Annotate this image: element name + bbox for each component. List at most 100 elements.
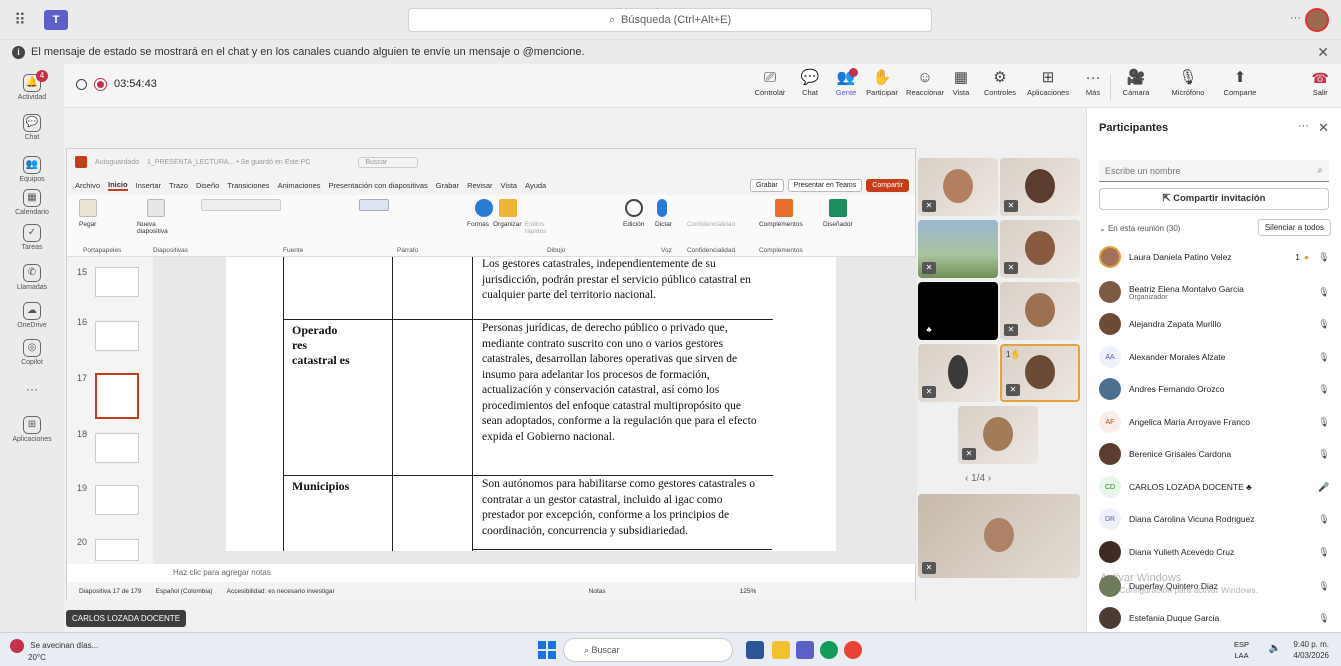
participant-row[interactable]: AF Angelica Maria Arroyave Franco 🎙 xyxy=(1099,410,1331,434)
weather-title: Se avecinan días... xyxy=(30,641,99,651)
participant-row[interactable]: Laura Daniela Patino Velez 1 ● 🎙 xyxy=(1099,245,1331,269)
weather-widget[interactable]: Se avecinan días... 20°C xyxy=(10,639,98,663)
share-invite-button[interactable]: ⇱ Compartir invitación xyxy=(1099,188,1329,210)
share-button[interactable]: ⬆ Comparte xyxy=(1220,68,1260,97)
slide-thumbnail xyxy=(95,539,139,561)
more-button[interactable]: ··· Más xyxy=(1080,68,1106,97)
video-tile[interactable]: ✕ xyxy=(958,406,1038,464)
rail-item-actividad[interactable]: 🔔 4 Actividad xyxy=(0,70,64,101)
ribbon-label: Complementos xyxy=(759,221,803,228)
chevron-left-icon[interactable]: ‹ xyxy=(965,473,968,484)
powerpoint-logo-icon xyxy=(75,156,87,168)
hand-icon: ✋ xyxy=(872,69,892,86)
view-icon: ▦ xyxy=(953,69,969,86)
view-button[interactable]: ▦ Vista xyxy=(946,68,976,97)
meeting-timer: 03:54:43 xyxy=(76,78,157,90)
global-search-input[interactable]: ⌕ Búsqueda (Ctrl+Alt+E) xyxy=(408,8,932,32)
more-options-icon[interactable]: ··· xyxy=(1290,12,1301,24)
ppt-present-teams-button: Presentar en Teams xyxy=(787,179,863,192)
mic-off-icon: 🎙 xyxy=(1318,383,1330,394)
teams-taskbar-icon[interactable] xyxy=(796,641,814,659)
participant-search-input[interactable]: Escribe un nombre ⌕ xyxy=(1099,160,1329,182)
language-indicator[interactable]: ESP LAA xyxy=(1234,639,1249,661)
video-tile[interactable]: ✕ xyxy=(918,158,998,216)
controls-icon: ⚙ xyxy=(993,69,1007,86)
participant-face xyxy=(943,169,973,203)
rail-item-equipos[interactable]: 👥 Equipos xyxy=(0,156,64,183)
recording-icon xyxy=(95,78,106,90)
close-notice-button[interactable]: ✕ xyxy=(1317,44,1329,61)
participant-row[interactable]: Estefania Duque Garcia 🎙 xyxy=(1099,606,1331,630)
video-tile[interactable]: ✕ xyxy=(918,220,998,278)
font-box xyxy=(201,199,281,211)
camera-off-icon: 🎥 xyxy=(1126,69,1146,86)
slide-thumbnail xyxy=(95,485,139,515)
rail-item-calendario[interactable]: ▦ Calendario xyxy=(0,189,64,216)
rail-item-copilot[interactable]: ◎ Copilot xyxy=(0,339,64,366)
video-tile[interactable]: ✕ xyxy=(1000,282,1080,340)
rail-item-onedrive[interactable]: ☁ OneDrive xyxy=(0,302,64,329)
participants-panel: Participantes ··· ✕ Escribe un nombre ⌕ … xyxy=(1086,108,1341,632)
participant-face xyxy=(1025,355,1055,389)
meeting-section-header[interactable]: ⌄ En esta reunión (30) xyxy=(1099,224,1180,233)
app-launcher-icon[interactable]: ⠿ xyxy=(0,10,40,30)
participant-name: Diana Carolina Vicuna Rodriguez xyxy=(1129,514,1255,524)
participant-row[interactable]: CD CARLOS LOZADA DOCENTE ♣ 🎤 xyxy=(1099,475,1331,499)
rail-item-tareas[interactable]: ✓ Tareas xyxy=(0,224,64,251)
chrome-browser-icon[interactable] xyxy=(844,641,862,659)
camera-button[interactable]: 🎥 Cámara xyxy=(1118,68,1154,97)
chat-button[interactable]: 💬 Chat xyxy=(794,68,826,97)
participant-row[interactable]: DR Diana Carolina Vicuna Rodriguez 🎙 xyxy=(1099,507,1331,531)
participant-face xyxy=(1025,293,1055,327)
video-tile-hand-raised[interactable]: 1✋ ✕ xyxy=(1000,344,1080,402)
video-tile[interactable]: ✕ xyxy=(1000,220,1080,278)
menu-archivo: Archivo xyxy=(75,180,101,190)
leave-button[interactable]: ☎ Salir xyxy=(1312,68,1329,97)
ppt-ribbon: Pegar Nueva diapositiva Formas Organizar… xyxy=(67,195,915,257)
participant-row[interactable]: Beatriz Elena Montalvo Garcia Organizado… xyxy=(1099,280,1331,304)
term-operadores: Operado res catastral es xyxy=(292,323,350,367)
notes-toggle: Notas xyxy=(588,588,606,595)
network-volume-icon[interactable]: 🔈 xyxy=(1269,643,1281,654)
app-icon-terminal[interactable] xyxy=(746,641,764,659)
microphone-button[interactable]: 🎙 Micrófono xyxy=(1166,68,1210,97)
rail-item-llamadas[interactable]: ✆ Llamadas xyxy=(0,264,64,291)
participant-name: Estefania Duque Garcia xyxy=(1129,613,1220,623)
self-view-tile[interactable]: ✕ xyxy=(918,494,1080,578)
react-button[interactable]: ☺ Reaccionar xyxy=(902,68,948,97)
rail-item-more[interactable]: ··· xyxy=(0,382,64,396)
file-explorer-icon[interactable] xyxy=(772,641,790,659)
ribbon-label: Estilos rápidos xyxy=(525,221,547,235)
raise-hand-button[interactable]: ✋ Participar xyxy=(864,68,900,97)
gallery-pager[interactable]: ‹ 1/4 › xyxy=(965,473,991,484)
apps-button[interactable]: ⊞ Aplicaciones xyxy=(1022,68,1074,97)
participant-row[interactable]: Diana Yulieth Acevedo Cruz 🎙 xyxy=(1099,540,1331,564)
control-button[interactable]: ⎚ Controlar xyxy=(750,68,790,97)
video-tile[interactable]: ✕ xyxy=(918,344,998,402)
user-avatar[interactable] xyxy=(1305,8,1329,32)
ppt-actions: Grabar Presentar en Teams Compartir xyxy=(749,179,909,192)
mic-off-icon: ✕ xyxy=(1004,324,1018,336)
video-tile[interactable]: ✕ xyxy=(1000,158,1080,216)
video-tile[interactable]: ♣ xyxy=(918,282,998,340)
clock[interactable]: 9:40 p. m. 4/03/2026 xyxy=(1293,639,1329,661)
participant-row[interactable]: Andres Fernando Orozco 🎙 xyxy=(1099,377,1331,401)
close-icon[interactable]: ✕ xyxy=(1318,120,1329,136)
cloud-icon: ☁ xyxy=(23,302,41,320)
people-button[interactable]: 👥 Gente xyxy=(830,68,862,97)
controls-button[interactable]: ⚙ Controles xyxy=(980,68,1020,97)
edge-browser-icon[interactable] xyxy=(820,641,838,659)
mic-off-icon: ✕ xyxy=(922,262,936,274)
panel-more-icon[interactable]: ··· xyxy=(1298,120,1309,132)
participant-row[interactable]: AA Alexander Morales Alzate 🎙 xyxy=(1099,345,1331,369)
mute-all-button[interactable]: Silenciar a todos xyxy=(1257,219,1331,236)
mic-off-icon: 🎙 xyxy=(1318,286,1330,297)
taskbar-search-input[interactable]: ⌕ Buscar xyxy=(563,638,733,662)
participant-row[interactable]: Berenice Grisales Cardona 🎙 xyxy=(1099,442,1331,466)
participant-row[interactable]: Alejandra Zapata Murillo 🎙 xyxy=(1099,312,1331,336)
slide-count: Diapositiva 17 de 179 xyxy=(79,588,142,595)
rail-item-chat[interactable]: 💬 Chat xyxy=(0,114,64,141)
rail-item-aplicaciones[interactable]: ⊞ Aplicaciones xyxy=(0,416,64,443)
windows-start-icon[interactable] xyxy=(538,641,556,659)
chevron-right-icon[interactable]: › xyxy=(988,473,991,484)
